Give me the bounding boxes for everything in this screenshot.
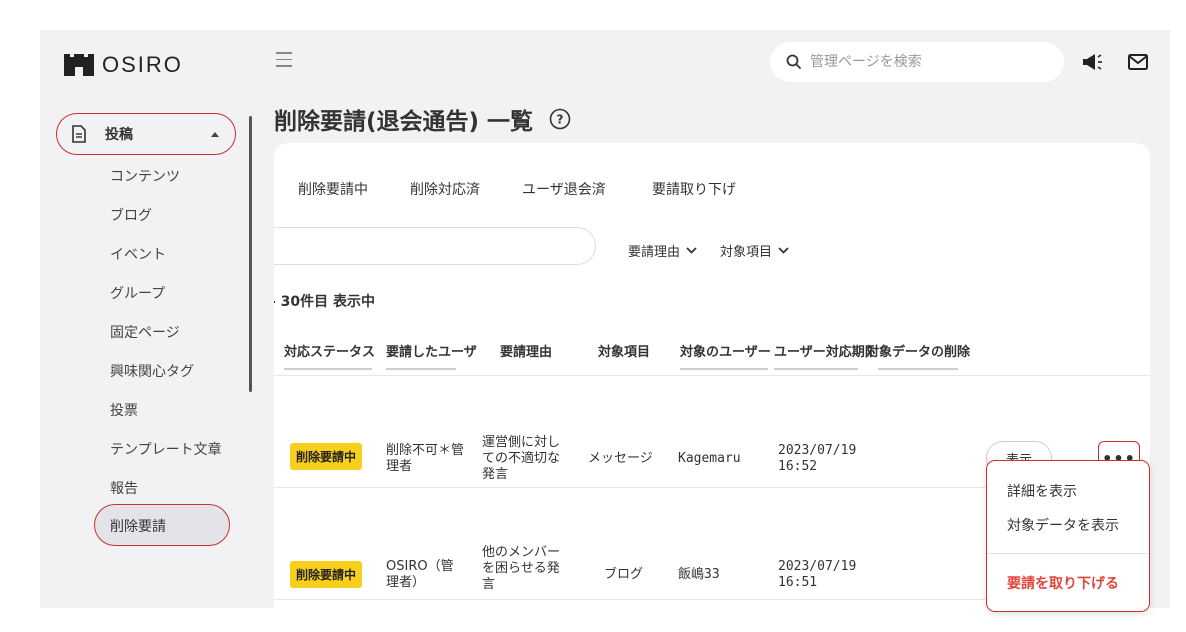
sort-indicator (386, 368, 456, 370)
sidebar-item-interest-tag[interactable]: 興味関心タグ (110, 361, 194, 381)
sidebar-item-template[interactable]: テンプレート文章 (110, 439, 222, 459)
col-status[interactable]: 対応ステータス (284, 341, 384, 360)
caret-up-icon (211, 132, 219, 137)
result-count: - 30件目 表示中 (274, 294, 376, 310)
chevron-down-icon (686, 247, 697, 254)
sidebar-scrollbar[interactable] (249, 116, 252, 392)
tab-requesting[interactable]: 削除要請中 (298, 179, 368, 199)
tab-user-withdrawn[interactable]: ユーザ退会済 (522, 179, 606, 199)
col-data-deletion[interactable]: 対象データの削除 (866, 341, 984, 360)
search-box[interactable] (770, 42, 1064, 82)
cell-reason: 運営側に対し ての不適切な 発言 (482, 435, 561, 482)
cell-target-user: 飯嶋33 (678, 567, 720, 582)
tab-handled[interactable]: 削除対応済 (410, 179, 480, 199)
sidebar: 投稿 コンテンツ ブログ イベント グループ 固定ページ 興味関心タグ 投票 テ… (40, 100, 255, 608)
search-icon (786, 54, 802, 70)
menu-view-target-data[interactable]: 対象データを表示 (1007, 515, 1119, 535)
col-requester[interactable]: 要請したユーザ (386, 341, 480, 360)
search-input[interactable] (808, 53, 1052, 71)
sort-indicator (680, 368, 768, 370)
svg-text:?: ? (557, 113, 564, 127)
castle-logo-icon (64, 54, 94, 76)
sidebar-item-report[interactable]: 報告 (110, 478, 138, 498)
menu-view-details[interactable]: 詳細を表示 (1007, 481, 1077, 501)
cell-reason: 他のメンバー を困らせる発 言 (482, 545, 561, 592)
col-target-user[interactable]: 対象のユーザー (680, 341, 774, 360)
logo[interactable]: OSIRO (64, 52, 183, 78)
filter-label: 対象項目 (720, 245, 773, 260)
tab-withdrawn-request[interactable]: 要請取り下げ (652, 179, 736, 199)
menu-withdraw-request[interactable]: 要請を取り下げる (1007, 573, 1119, 593)
status-badge: 削除要請中 (290, 443, 363, 470)
cell-date: 2023/07/19 16:52 (778, 443, 857, 474)
sort-indicator (284, 368, 372, 370)
sidebar-item-event[interactable]: イベント (110, 244, 166, 264)
sidebar-item-blog[interactable]: ブログ (110, 205, 152, 225)
cell-target-item: メッセージ (588, 451, 653, 466)
cell-requester: 削除不可＊管 理者 (386, 443, 465, 474)
sidebar-item-label: 投稿 (105, 127, 133, 143)
filter-label: 要請理由 (628, 245, 681, 260)
cell-target-user: Kagemaru (678, 451, 741, 466)
page-title-wrap: 削除要請(退会通告) 一覧 ? (274, 102, 571, 136)
help-icon[interactable]: ? (549, 108, 571, 130)
sort-indicator (774, 368, 858, 370)
cell-date: 2023/07/19 16:51 (778, 559, 857, 590)
status-badge: 削除要請中 (290, 561, 363, 588)
filter-reason[interactable]: 要請理由 (628, 241, 697, 260)
sidebar-item-contents[interactable]: コンテンツ (110, 166, 180, 186)
col-target-item[interactable]: 対象項目 (598, 341, 660, 360)
menu-divider (987, 553, 1148, 554)
megaphone-icon[interactable] (1080, 50, 1104, 74)
page-title: 削除要請(退会通告) 一覧 (274, 109, 534, 135)
sidebar-item-group[interactable]: グループ (110, 283, 165, 303)
mail-icon[interactable] (1126, 50, 1150, 74)
sidebar-item-vote[interactable]: 投票 (110, 400, 138, 420)
logo-text: OSIRO (102, 52, 183, 77)
sort-indicator (878, 368, 958, 370)
sidebar-item-fixed-page[interactable]: 固定ページ (110, 322, 180, 342)
cell-target-item: ブログ (604, 567, 644, 582)
chevron-down-icon (778, 247, 789, 254)
sidebar-item-label: 削除要請 (110, 519, 166, 535)
more-actions-menu: 詳細を表示 対象データを表示 要請を取り下げる (986, 460, 1150, 612)
list-search-input[interactable] (274, 227, 596, 265)
hamburger-menu-icon[interactable] (276, 52, 292, 70)
cell-requester: OSIRO（管 理者） (386, 559, 454, 590)
col-reason[interactable]: 要請理由 (500, 341, 570, 360)
col-deadline[interactable]: ユーザー対応期限 (774, 341, 874, 360)
filter-target-item[interactable]: 対象項目 (720, 241, 789, 260)
sidebar-item-posts[interactable]: 投稿 (56, 113, 236, 155)
document-icon (72, 125, 86, 143)
sidebar-item-deletion-request[interactable]: 削除要請 (94, 504, 230, 546)
